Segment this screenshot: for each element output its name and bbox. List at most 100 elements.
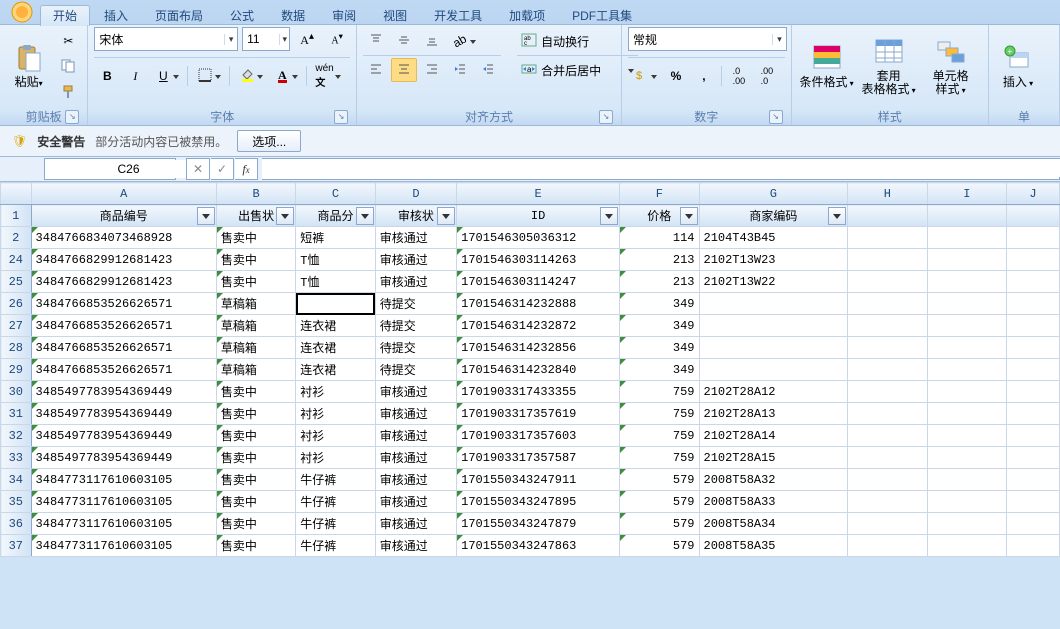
cell[interactable]: 审核通过: [375, 271, 456, 293]
cell[interactable]: 审核通过: [375, 425, 456, 447]
cell[interactable]: 衬衫: [296, 425, 375, 447]
cell[interactable]: 1701903317357603: [457, 425, 620, 447]
cell[interactable]: 3484773117610603105: [31, 535, 216, 557]
cell[interactable]: [848, 403, 927, 425]
cell[interactable]: [1007, 403, 1060, 425]
cell[interactable]: 3484766853526626571: [31, 293, 216, 315]
cell[interactable]: 审核通过: [375, 381, 456, 403]
italic-button[interactable]: I: [122, 64, 148, 88]
cell[interactable]: 2104T43B45: [699, 227, 848, 249]
filter-header[interactable]: 审核状: [375, 205, 456, 227]
cell[interactable]: [927, 403, 1006, 425]
increase-indent-button[interactable]: [475, 58, 501, 82]
cell[interactable]: 2102T28A14: [699, 425, 848, 447]
cell[interactable]: [699, 359, 848, 381]
security-options-button[interactable]: 选项...: [237, 130, 301, 152]
cell[interactable]: 3484766829912681423: [31, 249, 216, 271]
cell[interactable]: [848, 359, 927, 381]
cell[interactable]: 1701550343247911: [457, 469, 620, 491]
cell[interactable]: 2102T28A13: [699, 403, 848, 425]
cell[interactable]: 售卖中: [216, 535, 295, 557]
cell[interactable]: [848, 271, 927, 293]
cell[interactable]: 审核通过: [375, 491, 456, 513]
filter-button[interactable]: [680, 207, 698, 225]
cell[interactable]: [296, 293, 375, 315]
font-name-input[interactable]: [95, 29, 224, 49]
cell[interactable]: 579: [620, 469, 699, 491]
cell[interactable]: 售卖中: [216, 513, 295, 535]
chevron-down-icon[interactable]: ▾: [224, 34, 237, 45]
cell[interactable]: [1007, 535, 1060, 557]
filter-header[interactable]: [927, 205, 1006, 227]
cell[interactable]: 3485497783954369449: [31, 403, 216, 425]
align-launcher[interactable]: ↘: [599, 110, 613, 124]
row-header[interactable]: 36: [1, 513, 32, 535]
row-header[interactable]: 25: [1, 271, 32, 293]
cell[interactable]: 1701550343247863: [457, 535, 620, 557]
filter-header[interactable]: 商品分: [296, 205, 375, 227]
cell[interactable]: 待提交: [375, 315, 456, 337]
cell-styles-button[interactable]: 单元格 样式 ▾: [922, 27, 980, 105]
cell[interactable]: 1701550343247879: [457, 513, 620, 535]
row-header[interactable]: 27: [1, 315, 32, 337]
worksheet[interactable]: ABCDEFGHIJ 1商品编号出售状商品分审核状ID价格商家编码2348476…: [0, 182, 1060, 557]
cell[interactable]: [1007, 315, 1060, 337]
cell[interactable]: 349: [620, 315, 699, 337]
row-header[interactable]: 37: [1, 535, 32, 557]
cell[interactable]: [1007, 293, 1060, 315]
cell[interactable]: [1007, 447, 1060, 469]
cell[interactable]: [848, 337, 927, 359]
cell[interactable]: 213: [620, 271, 699, 293]
cell[interactable]: [927, 491, 1006, 513]
row-header[interactable]: 32: [1, 425, 32, 447]
tab-插入[interactable]: 插入: [91, 5, 141, 26]
cell[interactable]: 售卖中: [216, 491, 295, 513]
cell[interactable]: [848, 425, 927, 447]
cell[interactable]: 1701546305036312: [457, 227, 620, 249]
cell[interactable]: 售卖中: [216, 403, 295, 425]
merge-center-button[interactable]: a合并后居中: [517, 58, 638, 82]
cell[interactable]: [848, 315, 927, 337]
cell[interactable]: [927, 293, 1006, 315]
format-as-table-button[interactable]: 套用 表格格式 ▾: [860, 27, 918, 105]
align-right-button[interactable]: [419, 58, 445, 82]
filter-button[interactable]: [437, 207, 455, 225]
grow-font-button[interactable]: A▴: [294, 27, 320, 51]
cell[interactable]: 3484773117610603105: [31, 491, 216, 513]
cell[interactable]: 3484766853526626571: [31, 315, 216, 337]
cell[interactable]: 1701546303114247: [457, 271, 620, 293]
cell[interactable]: 售卖中: [216, 447, 295, 469]
cell[interactable]: 1701546314232888: [457, 293, 620, 315]
col-header-H[interactable]: H: [848, 183, 927, 205]
cell[interactable]: [848, 513, 927, 535]
decrease-indent-button[interactable]: [447, 58, 473, 82]
cell[interactable]: [848, 535, 927, 557]
align-middle-button[interactable]: [391, 29, 417, 53]
cell[interactable]: [927, 535, 1006, 557]
conditional-format-button[interactable]: 条件格式 ▾: [798, 27, 856, 105]
tab-开发工具[interactable]: 开发工具: [421, 5, 495, 26]
insert-cells-button[interactable]: + 插入 ▾: [995, 27, 1041, 105]
font-color-button[interactable]: A: [269, 64, 302, 88]
cell[interactable]: 待提交: [375, 293, 456, 315]
cell[interactable]: [1007, 359, 1060, 381]
filter-header[interactable]: [848, 205, 927, 227]
tab-公式[interactable]: 公式: [217, 5, 267, 26]
enter-fx-button[interactable]: ✓: [211, 158, 234, 180]
cell[interactable]: 2008T58A35: [699, 535, 848, 557]
cell[interactable]: 牛仔裤: [296, 469, 375, 491]
cell[interactable]: 2008T58A32: [699, 469, 848, 491]
tab-PDF工具集[interactable]: PDF工具集: [559, 5, 645, 26]
cell[interactable]: 审核通过: [375, 513, 456, 535]
cell[interactable]: [699, 337, 848, 359]
number-launcher[interactable]: ↘: [769, 110, 783, 124]
cell[interactable]: 213: [620, 249, 699, 271]
cell[interactable]: [1007, 337, 1060, 359]
cell[interactable]: 牛仔裤: [296, 513, 375, 535]
cell[interactable]: 3484766853526626571: [31, 337, 216, 359]
cell[interactable]: 草稿箱: [216, 293, 295, 315]
cell[interactable]: 1701546314232840: [457, 359, 620, 381]
cell[interactable]: 售卖中: [216, 227, 295, 249]
cell[interactable]: [848, 491, 927, 513]
cell[interactable]: [1007, 271, 1060, 293]
